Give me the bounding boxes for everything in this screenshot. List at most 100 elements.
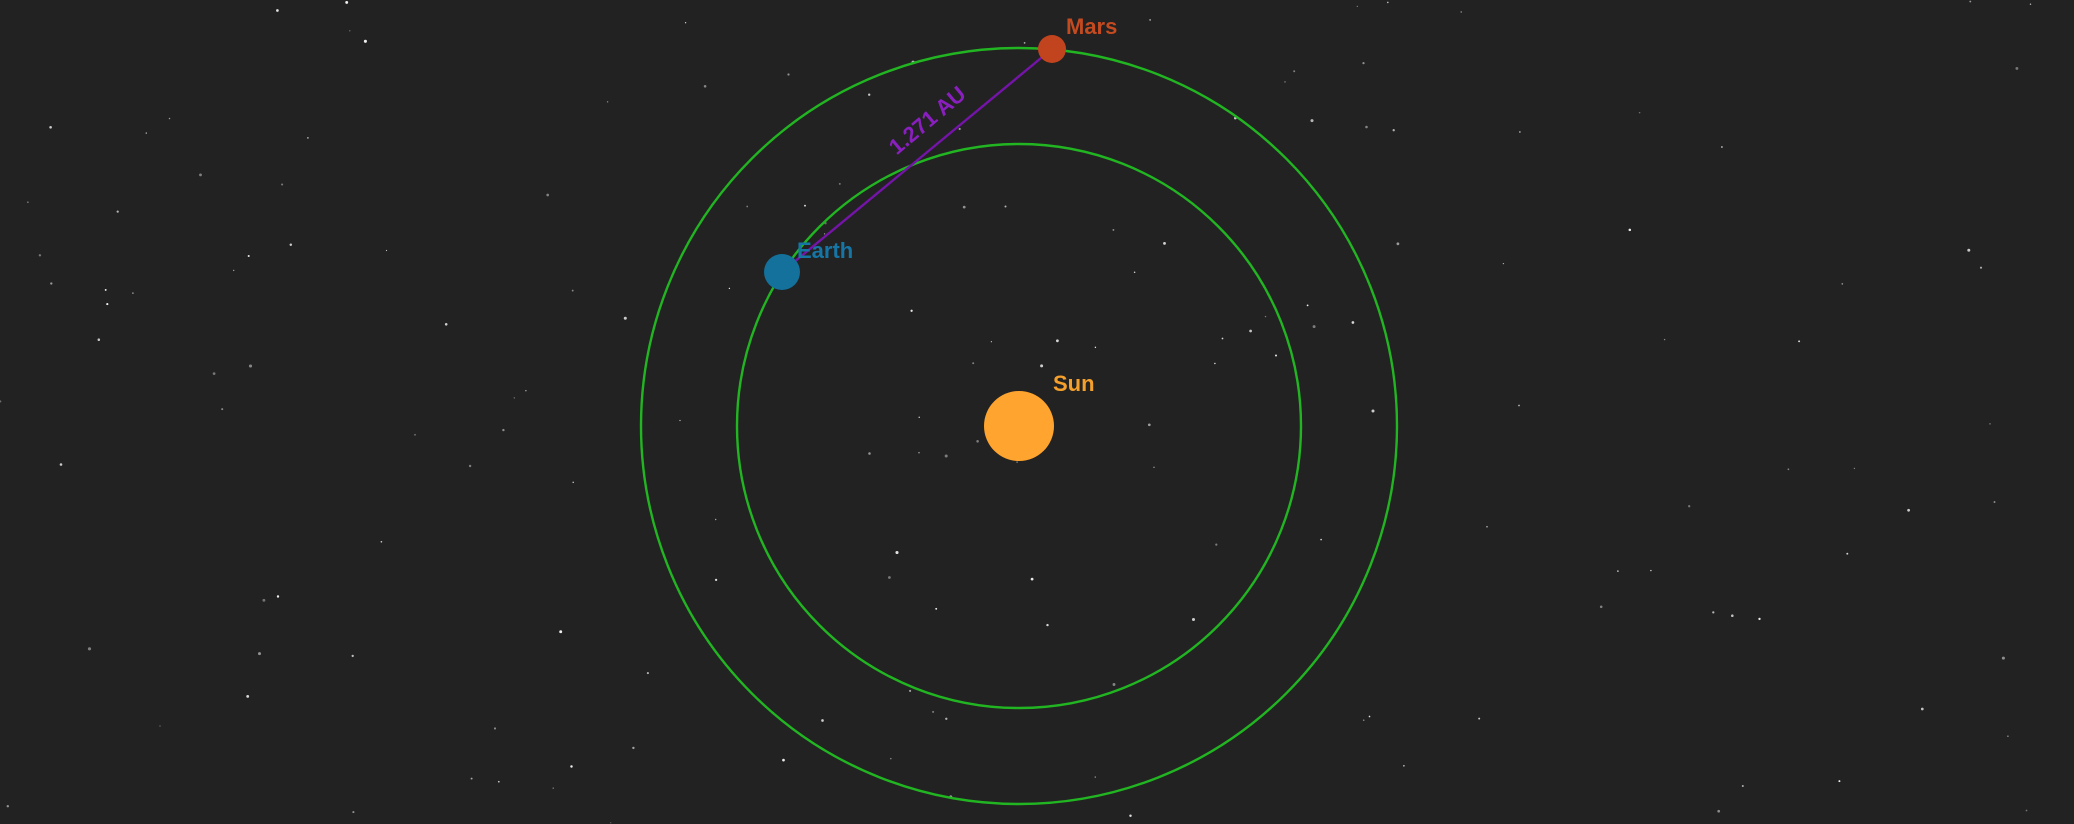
star bbox=[632, 746, 635, 750]
star bbox=[546, 193, 550, 197]
star bbox=[1478, 717, 1481, 720]
star bbox=[1094, 776, 1096, 778]
star bbox=[1004, 205, 1007, 208]
earth-planet bbox=[764, 254, 800, 290]
sun-label: Sun bbox=[1053, 371, 1095, 396]
star bbox=[1214, 362, 1216, 365]
star bbox=[104, 288, 107, 291]
star bbox=[525, 390, 527, 392]
star bbox=[1638, 111, 1641, 114]
star bbox=[276, 9, 279, 12]
star bbox=[1688, 505, 1691, 508]
star bbox=[27, 201, 29, 203]
star bbox=[233, 269, 235, 272]
star bbox=[572, 481, 574, 484]
star bbox=[746, 205, 749, 208]
star bbox=[804, 204, 806, 207]
star bbox=[1310, 119, 1314, 123]
star bbox=[1293, 70, 1296, 73]
star bbox=[106, 303, 109, 306]
star bbox=[868, 452, 871, 455]
star bbox=[97, 338, 101, 341]
star bbox=[199, 173, 202, 177]
star bbox=[49, 125, 52, 129]
star bbox=[945, 717, 948, 720]
star bbox=[1717, 809, 1721, 813]
star bbox=[493, 727, 497, 730]
star bbox=[1368, 715, 1371, 718]
star bbox=[258, 652, 261, 656]
star bbox=[1056, 339, 1059, 343]
star bbox=[1979, 266, 1983, 269]
star bbox=[1460, 11, 1462, 13]
star bbox=[248, 364, 253, 368]
star bbox=[145, 132, 147, 134]
star bbox=[570, 765, 573, 768]
star bbox=[606, 101, 609, 103]
star bbox=[824, 233, 826, 235]
star bbox=[116, 210, 119, 213]
star bbox=[444, 323, 448, 326]
star bbox=[59, 463, 63, 466]
star bbox=[1163, 241, 1166, 245]
star bbox=[349, 30, 351, 32]
star bbox=[502, 428, 505, 432]
star bbox=[714, 578, 718, 582]
star bbox=[623, 316, 627, 320]
star bbox=[1486, 525, 1488, 528]
star bbox=[132, 292, 134, 294]
star bbox=[610, 822, 612, 824]
star bbox=[1617, 570, 1619, 572]
star bbox=[1046, 623, 1049, 627]
star bbox=[2029, 3, 2032, 5]
star bbox=[262, 598, 266, 602]
star bbox=[246, 694, 250, 698]
star bbox=[728, 287, 731, 290]
star bbox=[1133, 271, 1136, 273]
star bbox=[1741, 785, 1744, 787]
star bbox=[345, 0, 349, 4]
star bbox=[168, 117, 171, 120]
star bbox=[888, 576, 891, 579]
star bbox=[1907, 508, 1910, 512]
star bbox=[1993, 501, 1996, 503]
star bbox=[87, 647, 92, 651]
star bbox=[212, 372, 216, 375]
star bbox=[1712, 611, 1715, 614]
star bbox=[2007, 735, 2009, 738]
star bbox=[1112, 228, 1115, 231]
star bbox=[1628, 228, 1632, 232]
star bbox=[684, 22, 687, 24]
star bbox=[385, 249, 388, 252]
mars-planet bbox=[1038, 35, 1066, 63]
star bbox=[1147, 423, 1151, 427]
star bbox=[895, 550, 899, 555]
star bbox=[559, 630, 563, 634]
star bbox=[1040, 364, 1044, 368]
star bbox=[1215, 543, 1218, 546]
star bbox=[990, 341, 993, 343]
star bbox=[679, 419, 681, 422]
star bbox=[351, 654, 354, 658]
star bbox=[1969, 0, 1972, 3]
star bbox=[1306, 304, 1309, 307]
earth-label: Earth bbox=[797, 238, 853, 263]
star bbox=[962, 205, 966, 209]
star bbox=[276, 595, 280, 598]
star bbox=[703, 85, 707, 88]
star bbox=[1284, 81, 1286, 83]
star bbox=[932, 710, 935, 713]
star bbox=[2025, 809, 2028, 812]
star bbox=[1371, 409, 1375, 413]
star bbox=[470, 777, 473, 780]
star bbox=[1663, 338, 1666, 341]
star bbox=[782, 758, 785, 762]
star bbox=[1356, 5, 1358, 8]
star bbox=[380, 540, 383, 543]
star bbox=[1094, 346, 1097, 349]
star bbox=[935, 607, 938, 610]
star bbox=[1362, 62, 1365, 65]
star bbox=[1920, 707, 1924, 711]
star bbox=[159, 725, 161, 727]
star bbox=[1731, 614, 1734, 617]
